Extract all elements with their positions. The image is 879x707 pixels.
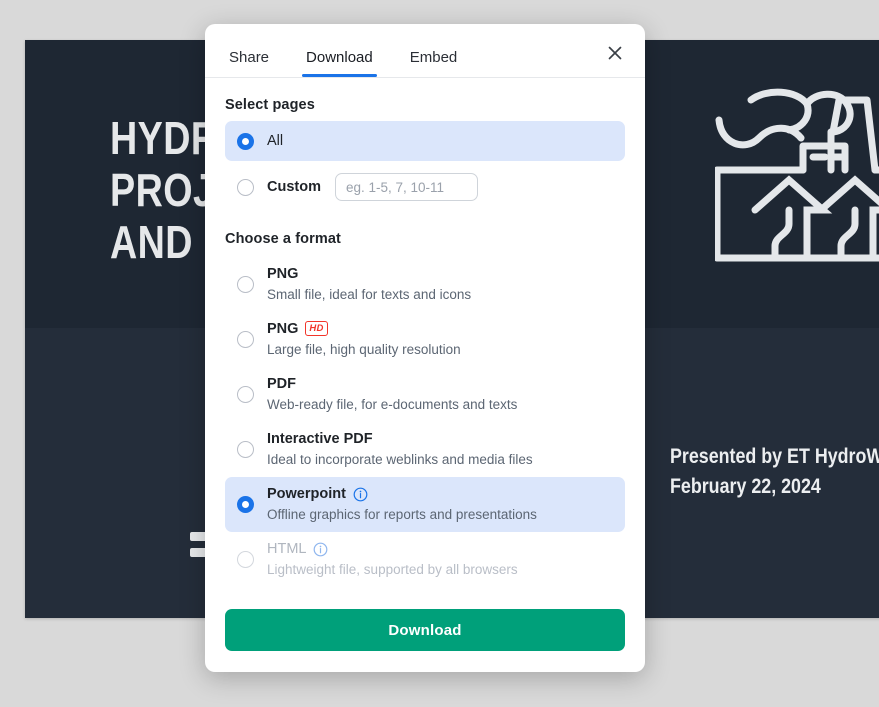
choose-format-title: Choose a format — [225, 231, 341, 247]
format-option-png[interactable]: PNG Small file, ideal for texts and icon… — [225, 257, 625, 312]
select-pages-group: All Custom — [225, 121, 625, 210]
radio-pdf[interactable] — [237, 386, 254, 403]
tab-download[interactable]: Download — [302, 49, 377, 77]
format-option-interactive-pdf[interactable]: Interactive PDF Ideal to incorporate web… — [225, 422, 625, 477]
pages-option-all-label: All — [267, 132, 284, 149]
download-button[interactable]: Download — [225, 609, 625, 651]
format-option-interactive-pdf-desc: Ideal to incorporate weblinks and media … — [267, 452, 533, 467]
format-option-powerpoint[interactable]: Powerpoint Offline graphics for reports … — [225, 477, 625, 532]
format-option-powerpoint-desc: Offline graphics for reports and present… — [267, 507, 537, 522]
format-option-html-label: HTML — [267, 540, 613, 559]
format-option-png-hd-label: PNG HD — [267, 320, 613, 339]
radio-png[interactable] — [237, 276, 254, 293]
format-png-title: PNG — [267, 266, 299, 282]
custom-pages-input[interactable] — [334, 173, 478, 201]
radio-powerpoint[interactable] — [237, 496, 254, 513]
format-pdf-title: PDF — [267, 376, 296, 392]
radio-interactive-pdf[interactable] — [237, 441, 254, 458]
tab-share[interactable]: Share — [225, 49, 273, 77]
pages-option-custom[interactable]: Custom — [225, 164, 625, 210]
format-option-interactive-pdf-label: Interactive PDF — [267, 430, 613, 449]
format-option-png-desc: Small file, ideal for texts and icons — [267, 287, 472, 302]
modal-body: Select pages All Custom Choose a format … — [205, 78, 645, 587]
info-icon-html[interactable] — [313, 542, 328, 557]
radio-png-hd[interactable] — [237, 331, 254, 348]
modal-footer: Download — [205, 609, 645, 672]
format-option-html-desc: Lightweight file, supported by all brows… — [267, 562, 518, 577]
close-icon[interactable] — [602, 40, 628, 66]
info-icon-powerpoint[interactable] — [353, 487, 368, 502]
format-option-html: HTML Lightweight file, supported by all … — [225, 532, 625, 587]
format-option-png-hd[interactable]: PNG HD Large file, high quality resoluti… — [225, 312, 625, 367]
radio-custom[interactable] — [237, 178, 254, 196]
select-pages-title: Select pages — [225, 97, 315, 113]
choose-format-group: PNG Small file, ideal for texts and icon… — [225, 257, 625, 587]
radio-html — [237, 551, 254, 568]
pages-option-custom-label: Custom — [267, 179, 321, 195]
format-powerpoint-title: Powerpoint — [267, 486, 346, 502]
pages-option-all[interactable]: All — [225, 121, 625, 161]
format-option-powerpoint-label: Powerpoint — [267, 485, 613, 504]
radio-all[interactable] — [237, 132, 254, 150]
format-option-png-hd-desc: Large file, high quality resolution — [267, 342, 461, 357]
format-png-hd-title: PNG — [267, 321, 299, 337]
format-interactive-pdf-title: Interactive PDF — [267, 431, 373, 447]
tab-embed[interactable]: Embed — [406, 49, 462, 77]
hd-badge: HD — [305, 321, 328, 336]
modal-tab-bar: Share Download Embed — [205, 24, 645, 78]
format-option-pdf[interactable]: PDF Web-ready file, for e-documents and … — [225, 367, 625, 422]
format-option-pdf-label: PDF — [267, 375, 613, 394]
format-option-png-label: PNG — [267, 265, 613, 284]
download-modal: Share Download Embed Select pages All Cu… — [205, 24, 645, 672]
format-html-title: HTML — [267, 541, 307, 557]
format-option-pdf-desc: Web-ready file, for e-documents and text… — [267, 397, 518, 412]
